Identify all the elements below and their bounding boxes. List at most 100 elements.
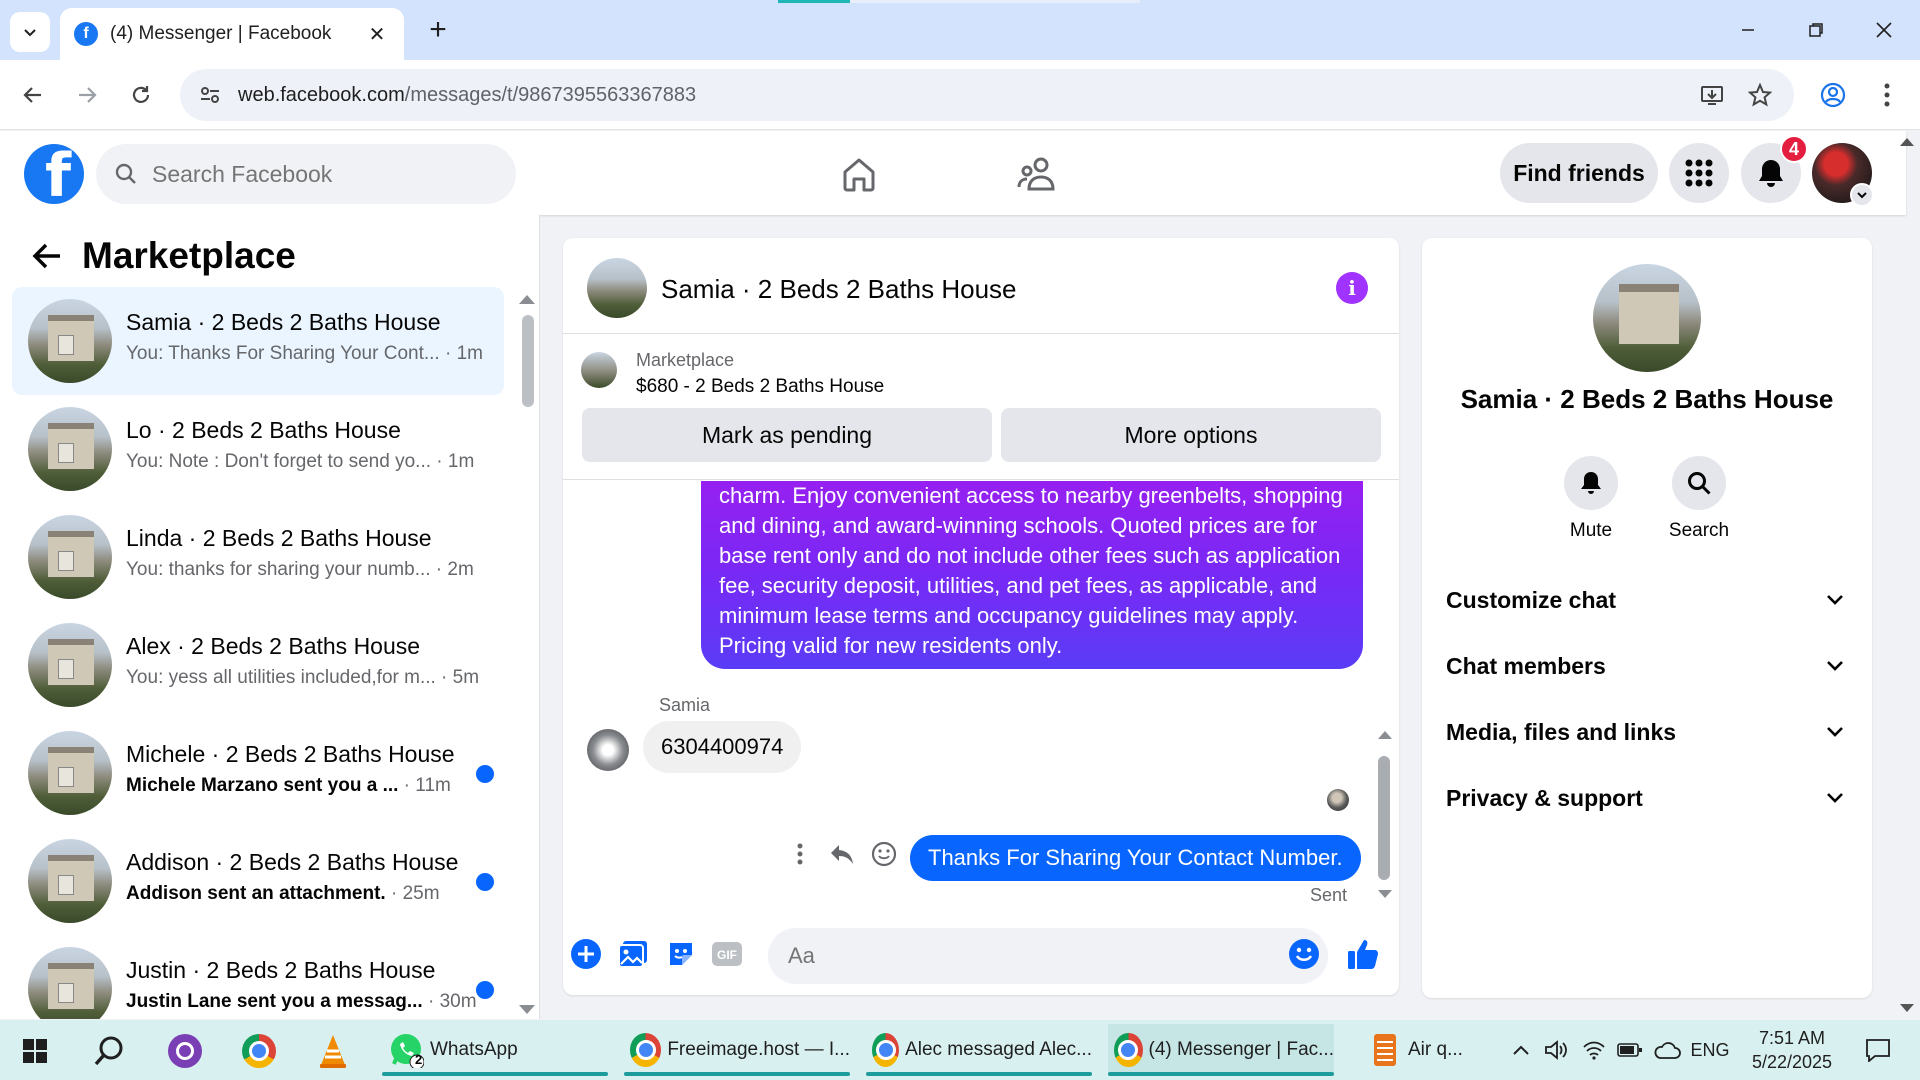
reply-button[interactable]	[827, 839, 857, 869]
chat-item-samia[interactable]: Samia · 2 Beds 2 Baths House You: Thanks…	[12, 287, 504, 395]
media-files-links-row[interactable]: Media, files and links	[1438, 704, 1856, 760]
taskbar-search-button[interactable]	[84, 1026, 134, 1076]
chat-preview: You: yess all utilities included,for m..…	[126, 667, 479, 689]
mark-as-pending-button[interactable]: Mark as pending	[582, 408, 992, 462]
chat-members-row[interactable]: Chat members	[1438, 638, 1856, 694]
home-nav-button[interactable]	[834, 151, 884, 197]
vlc-icon[interactable]	[308, 1026, 358, 1076]
more-actions-button[interactable]	[785, 839, 815, 869]
chat-item-addison[interactable]: Addison · 2 Beds 2 Baths House Addison s…	[12, 827, 504, 935]
notification-center-button[interactable]	[1856, 1020, 1900, 1080]
conversation-avatar[interactable]	[587, 258, 647, 318]
volume-button[interactable]	[1540, 1020, 1572, 1080]
facebook-search-input[interactable]	[152, 160, 492, 188]
taskbar-app-freeimage[interactable]: Freeimage.host — I...	[624, 1024, 850, 1076]
thread-scroll-down[interactable]	[1378, 890, 1392, 898]
like-button[interactable]	[1345, 936, 1381, 972]
friends-nav-button[interactable]	[1012, 151, 1062, 197]
customize-chat-row[interactable]: Customize chat	[1438, 572, 1856, 628]
thread-scroll-up[interactable]	[1378, 731, 1392, 739]
listing-thumbnail[interactable]	[581, 352, 617, 388]
message-input-box[interactable]	[768, 928, 1328, 984]
react-button[interactable]	[869, 839, 899, 869]
bell-icon	[1759, 160, 1783, 187]
info-avatar[interactable]	[1593, 264, 1701, 372]
start-button[interactable]	[10, 1026, 60, 1076]
back-button[interactable]	[14, 76, 52, 114]
message-input[interactable]	[788, 943, 1268, 969]
chrome-taskbar-icon[interactable]	[234, 1026, 284, 1076]
bookmark-star-icon[interactable]	[1740, 69, 1780, 121]
reply-icon	[831, 845, 853, 864]
facebook-favicon-icon: f	[74, 22, 98, 46]
chrome-icon	[1114, 1033, 1143, 1067]
close-tab-icon[interactable]: ✕	[364, 21, 390, 47]
conversation-title[interactable]: Samia · 2 Beds 2 Baths House	[661, 274, 1017, 305]
chat-item-justin[interactable]: Justin · 2 Beds 2 Baths House Justin Lan…	[12, 935, 504, 1019]
more-actions-plus-button[interactable]	[568, 936, 604, 972]
account-caret-icon[interactable]	[1850, 183, 1874, 207]
reload-button[interactable]	[122, 76, 160, 114]
new-tab-button[interactable]: +	[422, 13, 454, 46]
sender-avatar[interactable]	[587, 729, 629, 771]
network-button[interactable]	[1578, 1020, 1610, 1080]
search-in-conversation-button[interactable]: Search	[1649, 456, 1749, 542]
taskbar-clock[interactable]: 7:51 AM 5/22/2025	[1740, 1026, 1844, 1074]
sender-name: Samia	[659, 695, 711, 715]
outgoing-long-message[interactable]: charm. Enjoy convenient access to nearby…	[701, 481, 1363, 669]
facebook-search-box[interactable]	[96, 144, 516, 204]
chat-item-lo[interactable]: Lo · 2 Beds 2 Baths House You: Note : Do…	[12, 395, 504, 503]
language-indicator[interactable]: ENG	[1686, 1020, 1734, 1080]
unread-indicator	[476, 981, 494, 999]
browser-tab-messenger[interactable]: f (4) Messenger | Facebook ✕	[60, 8, 404, 60]
gif-button[interactable]: GIF	[709, 936, 745, 972]
minimize-button[interactable]	[1726, 10, 1770, 50]
chat-item-alex[interactable]: Alex · 2 Beds 2 Baths House You: yess al…	[12, 611, 504, 719]
github-desktop-icon[interactable]	[160, 1026, 210, 1076]
sticker-button[interactable]	[663, 936, 699, 972]
page-scroll-down[interactable]	[1900, 1004, 1914, 1012]
profile-button[interactable]	[1814, 76, 1852, 114]
more-options-button[interactable]: More options	[1001, 408, 1381, 462]
forward-button[interactable]	[68, 76, 106, 114]
chat-avatar	[28, 515, 112, 599]
taskbar-app-whatsapp[interactable]: 2 WhatsApp	[382, 1024, 608, 1076]
battery-button[interactable]	[1614, 1020, 1646, 1080]
site-info-icon[interactable]	[192, 77, 228, 113]
page-scroll-up[interactable]	[1900, 138, 1914, 146]
close-window-button[interactable]	[1862, 10, 1906, 50]
chat-item-michele[interactable]: Michele · 2 Beds 2 Baths House Michele M…	[12, 719, 504, 827]
chat-list-scroll-down[interactable]	[519, 1005, 535, 1014]
privacy-support-row[interactable]: Privacy & support	[1438, 770, 1856, 826]
taskbar-app-alec[interactable]: Alec messaged Alec...	[866, 1024, 1092, 1076]
section-label: Media, files and links	[1446, 718, 1677, 745]
weather-button[interactable]	[1650, 1020, 1684, 1080]
chat-item-linda[interactable]: Linda · 2 Beds 2 Baths House You: thanks…	[12, 503, 504, 611]
restore-button[interactable]	[1794, 10, 1838, 50]
emoji-button[interactable]	[1286, 936, 1322, 972]
taskbar-app-messenger[interactable]: (4) Messenger | Fac...	[1108, 1024, 1334, 1076]
find-friends-button[interactable]: Find friends	[1500, 143, 1658, 203]
thread-scrollbar[interactable]	[1378, 756, 1390, 880]
facebook-logo[interactable]: f	[24, 144, 84, 204]
attach-photo-button[interactable]	[615, 936, 651, 972]
conversation-info-icon[interactable]: i	[1336, 272, 1368, 304]
chat-list-scroll-up[interactable]	[519, 295, 535, 304]
listing-description[interactable]: $680 - 2 Beds 2 Baths House	[636, 376, 884, 398]
tab-search-button[interactable]	[10, 12, 50, 52]
search-icon	[94, 1036, 123, 1066]
incoming-message[interactable]: 6304400974	[643, 721, 802, 773]
outgoing-message[interactable]: Thanks For Sharing Your Contact Number.	[910, 835, 1361, 881]
browser-menu-button[interactable]	[1868, 76, 1906, 114]
menu-button[interactable]	[1669, 143, 1729, 203]
thumbs-up-icon	[1348, 940, 1378, 969]
chat-list-scrollbar[interactable]	[522, 315, 534, 407]
active-app-indicator	[624, 1072, 850, 1076]
whatsapp-badge: 2	[415, 1052, 423, 1067]
show-hidden-icons-button[interactable]	[1506, 1020, 1536, 1080]
mute-button[interactable]: Mute	[1541, 456, 1641, 542]
back-to-chats-button[interactable]	[26, 235, 68, 277]
address-bar[interactable]: web.facebook.com/messages/t/986739556336…	[180, 69, 1794, 121]
taskbar-air-quality[interactable]: Air q...	[1362, 1024, 1502, 1076]
install-app-icon[interactable]	[1692, 69, 1732, 121]
